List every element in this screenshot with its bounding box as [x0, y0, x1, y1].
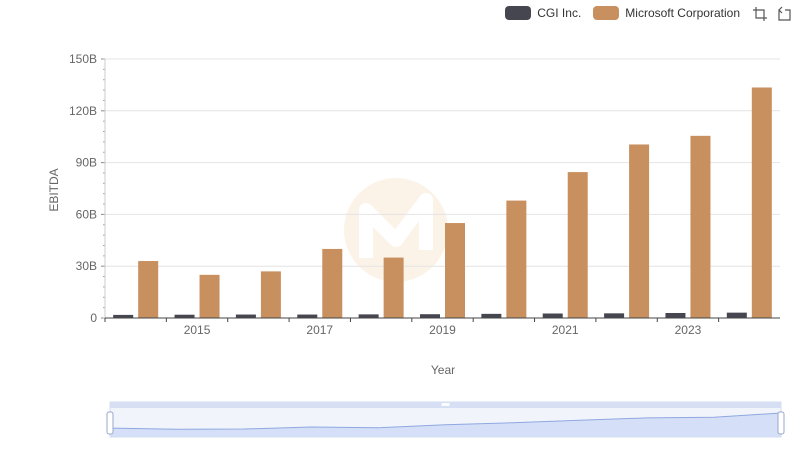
- bar-cgi-2018: [358, 314, 379, 318]
- zoom-handle-left[interactable]: [106, 411, 114, 435]
- bars: [113, 87, 772, 319]
- chart-svg: 030B60B90B120B150B 2015 2017 2019 2021 2023 …: [47, 52, 785, 438]
- x-tick-label: 2015: [184, 323, 211, 337]
- bar-microsoft-2015: [199, 274, 220, 318]
- legend-swatch-cgi: [505, 6, 532, 20]
- legend-item-microsoft[interactable]: Microsoft Corporation: [593, 6, 740, 20]
- bar-microsoft-2018: [383, 257, 404, 318]
- zoom-icon[interactable]: [752, 6, 768, 22]
- y-tick-label: 150B: [69, 52, 97, 66]
- bar-microsoft-2017: [322, 248, 343, 318]
- bar-cgi-2023: [665, 312, 686, 318]
- bar-microsoft-2024: [751, 87, 772, 319]
- bar-microsoft-2022: [629, 144, 650, 318]
- legend: CGI Inc. Microsoft Corporation: [505, 4, 740, 22]
- bar-cgi-2022: [604, 313, 625, 318]
- restore-icon[interactable]: [776, 6, 792, 22]
- bar-cgi-2016: [235, 314, 256, 318]
- bar-cgi-2021: [542, 313, 563, 318]
- chart: 0 30B 60B 90B 120B 150B 2015 2017 2019 2021 2023 …: [0, 0, 800, 461]
- legend-label-microsoft: Microsoft Corporation: [625, 6, 740, 20]
- bar-microsoft-2016: [260, 271, 281, 318]
- x-axis-label: Year: [431, 363, 455, 377]
- legend-label-cgi: CGI Inc.: [537, 6, 582, 20]
- zoom-handle-right[interactable]: [777, 411, 785, 435]
- y-axis-label: EBITDA: [47, 168, 61, 211]
- legend-swatch-microsoft: [593, 6, 620, 20]
- x-tick-label: 2019: [429, 323, 456, 337]
- bar-microsoft-2023: [690, 135, 711, 318]
- x-tick-label: 2021: [552, 323, 579, 337]
- bar-microsoft-2021: [567, 172, 588, 318]
- bar-cgi-2019: [420, 314, 440, 318]
- legend-item-cgi[interactable]: CGI Inc.: [505, 6, 581, 20]
- bar-microsoft-2020: [506, 200, 527, 318]
- toolbox: [752, 6, 792, 22]
- zoom-drag-grip: [441, 403, 450, 406]
- x-tick-label: 2017: [306, 323, 333, 337]
- y-axis: 0 30B 60B 90B 120B 150B: [69, 52, 106, 325]
- y-tick-label: 60B: [76, 207, 97, 221]
- y-tick-label: 90B: [76, 156, 97, 170]
- bar-cgi-2024: [726, 312, 747, 318]
- data-zoom-slider[interactable]: [106, 401, 785, 438]
- y-tick-label: 120B: [69, 104, 97, 118]
- bar-cgi-2020: [481, 313, 502, 318]
- x-axis: 2015 2017 2019 2021 2023: [104, 317, 780, 337]
- bar-microsoft-2014: [138, 261, 159, 318]
- bar-cgi-2017: [297, 314, 318, 318]
- y-tick-label: 30B: [76, 259, 97, 273]
- x-tick-label: 2023: [675, 323, 702, 337]
- y-tick-label: 0: [90, 311, 97, 325]
- bar-microsoft-2019: [445, 223, 465, 318]
